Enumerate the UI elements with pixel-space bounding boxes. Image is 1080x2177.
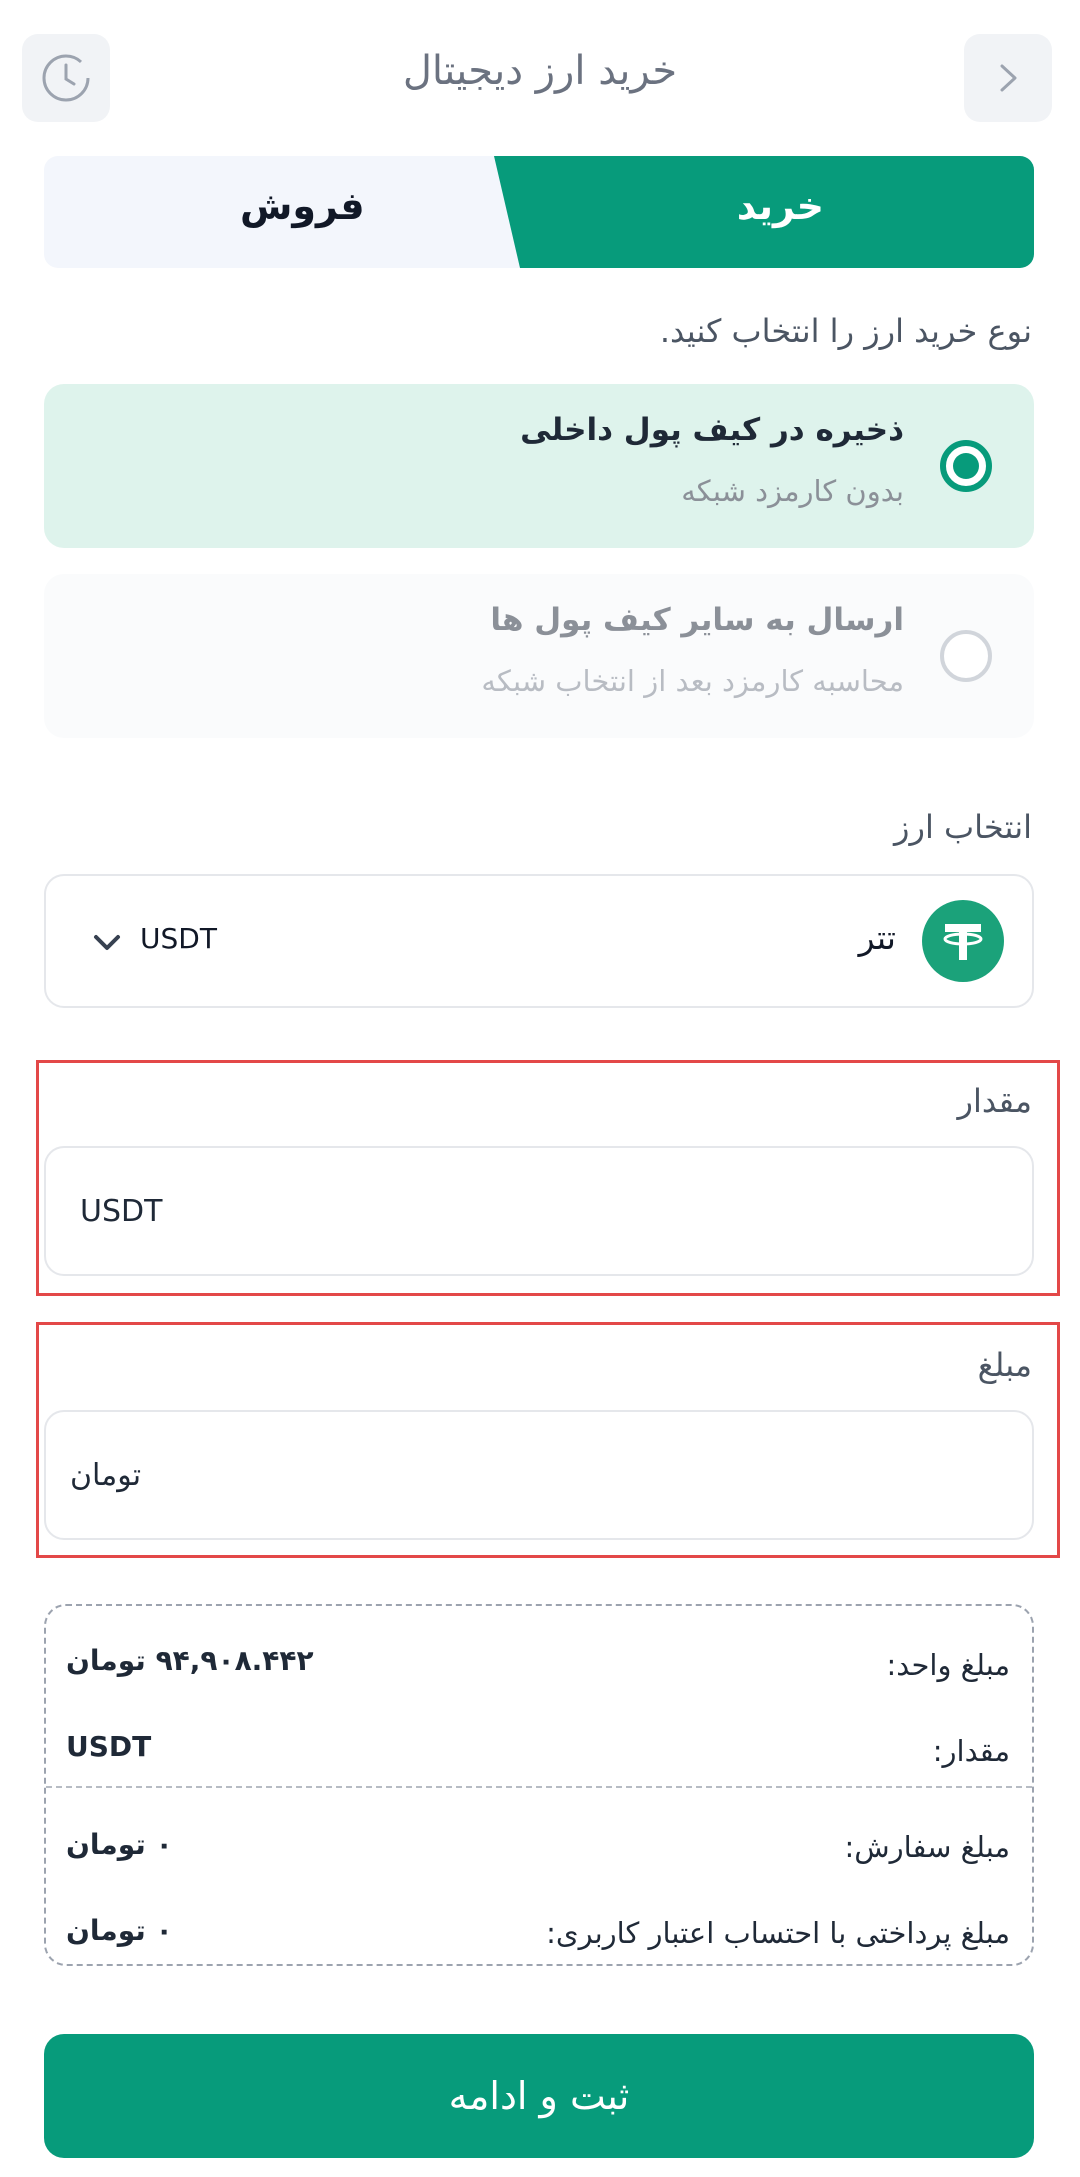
- amount-input[interactable]: [46, 1148, 1032, 1274]
- page-title: خرید ارز دیجیتال: [402, 48, 678, 94]
- unit-price-value: ۹۴,۹۰۸.۴۴۲ تومان: [66, 1644, 314, 1677]
- tab-buy-label: خرید: [736, 184, 824, 228]
- buy-sell-tabs: فروش خرید: [44, 156, 1034, 268]
- chevron-down-icon: [94, 935, 120, 950]
- payable-amount-value: ۰ تومان: [66, 1914, 173, 1947]
- option-external-wallet-title: ارسال به سایر کیف پول ها: [490, 602, 904, 638]
- option-internal-wallet[interactable]: ذخیره در کیف پول داخلی بدون کارمزد شبکه: [44, 384, 1034, 548]
- option-external-wallet[interactable]: ارسال به سایر کیف پول ها محاسبه کارمزد ب…: [44, 574, 1034, 738]
- currency-symbol: USDT: [140, 922, 217, 955]
- tab-buy[interactable]: خرید: [494, 156, 1034, 268]
- radio-unselected[interactable]: [940, 630, 992, 682]
- summary-divider: [46, 1786, 1032, 1788]
- order-amount-label: مبلغ سفارش:: [844, 1830, 1010, 1864]
- option-external-wallet-subtitle: محاسبه کارمزد بعد از انتخاب شبکه: [481, 664, 904, 698]
- chevron-right-icon: [1000, 64, 1017, 92]
- radio-selected[interactable]: [940, 440, 992, 492]
- submit-continue-button[interactable]: ثبت و ادامه: [44, 2034, 1034, 2158]
- order-summary: مبلغ واحد: ۹۴,۹۰۸.۴۴۲ تومان مقدار: USDT …: [44, 1604, 1034, 1966]
- currency-label: انتخاب ارز: [894, 808, 1032, 846]
- tab-sell-label: فروش: [240, 184, 365, 228]
- amount-label: مقدار: [957, 1082, 1032, 1120]
- currency-name: تتر: [858, 918, 896, 957]
- quantity-value: USDT: [66, 1730, 152, 1763]
- price-input[interactable]: [46, 1412, 1032, 1538]
- tether-icon: [922, 900, 1004, 982]
- amount-field[interactable]: [44, 1146, 1034, 1276]
- option-internal-wallet-subtitle: بدون کارمزد شبکه: [681, 474, 904, 508]
- purchase-type-label: نوع خرید ارز را انتخاب کنید.: [659, 312, 1032, 350]
- price-field[interactable]: [44, 1410, 1034, 1540]
- option-internal-wallet-title: ذخیره در کیف پول داخلی: [520, 412, 904, 448]
- price-label: مبلغ: [977, 1346, 1032, 1384]
- order-amount-value: ۰ تومان: [66, 1828, 173, 1861]
- currency-select[interactable]: تتر USDT: [44, 874, 1034, 1008]
- quantity-label: مقدار:: [932, 1734, 1010, 1768]
- unit-price-label: مبلغ واحد:: [886, 1648, 1010, 1682]
- payable-amount-label: مبلغ پرداختی با احتساب اعتبار کاربری:: [546, 1916, 1010, 1950]
- back-button[interactable]: [964, 34, 1052, 122]
